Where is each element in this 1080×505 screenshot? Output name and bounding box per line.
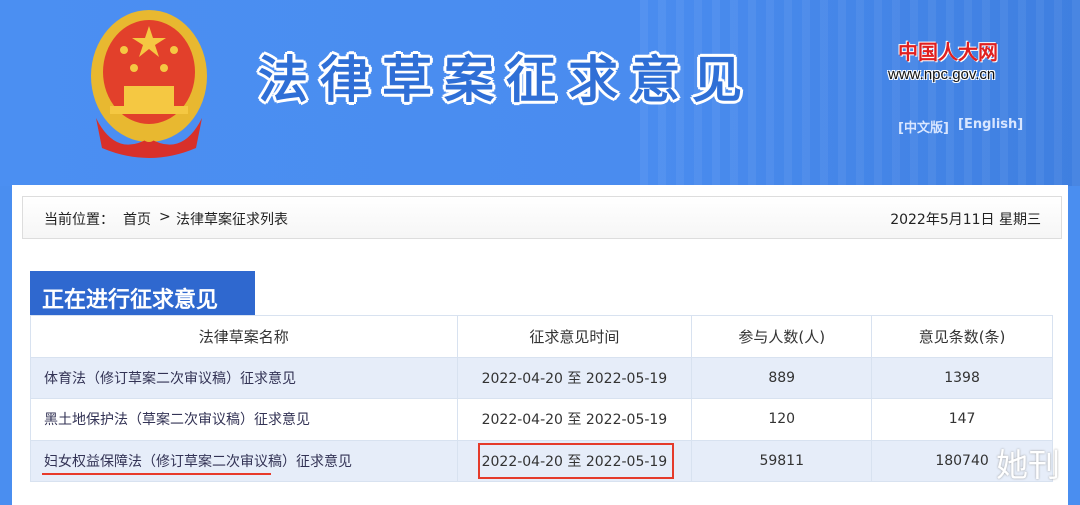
breadcrumb: 当前位置： 首页 > 法律草案征求列表 2022年5月11日 星期三: [22, 196, 1062, 239]
breadcrumb-separator: >: [159, 209, 171, 225]
current-date: 2022年5月11日 星期三: [890, 212, 1041, 228]
page-title: 法律草案征求意见: [258, 51, 754, 109]
column-header: 征求意见时间: [456, 315, 693, 358]
watermark: 她刊: [996, 446, 1061, 484]
table-row: 体育法（修订草案二次审议稿）征求意见 2022-04-20 至 2022-05-…: [30, 356, 1053, 399]
lang-chinese-link[interactable]: [中文版]: [898, 117, 949, 136]
comments-cell: 147: [871, 398, 1053, 441]
national-emblem-icon: [91, 10, 207, 158]
highlight-underline: [42, 473, 271, 475]
highlight-box: [478, 443, 674, 479]
comments-cell: 1398: [871, 356, 1053, 399]
column-header: 参与人数(人): [691, 315, 873, 358]
table-header-row: 法律草案名称 征求意见时间 参与人数(人) 意见条数(条): [30, 315, 1053, 358]
participants-cell: 120: [691, 398, 873, 441]
column-header: 法律草案名称: [30, 315, 458, 358]
table-row: 黑土地保护法（草案二次审议稿）征求意见 2022-04-20 至 2022-05…: [30, 398, 1053, 441]
draft-name-link[interactable]: 体育法（修订草案二次审议稿）征求意见: [30, 356, 458, 399]
lang-english-link[interactable]: [English]: [958, 117, 1023, 132]
participants-cell: 59811: [691, 439, 873, 482]
breadcrumb-current: 法律草案征求列表: [176, 212, 288, 228]
draft-name-link[interactable]: 妇女权益保障法（修订草案二次审议稿）征求意见: [30, 439, 458, 482]
section-title: 正在进行征求意见: [30, 271, 255, 316]
breadcrumb-home-link[interactable]: 首页: [123, 209, 151, 229]
participants-cell: 889: [691, 356, 873, 399]
period-cell: 2022-04-20 至 2022-05-19: [456, 398, 693, 441]
header-banner: 法律草案征求意见 中国人大网 www.npc.gov.cn [中文版] [Eng…: [0, 0, 1080, 186]
column-header: 意见条数(条): [871, 315, 1053, 358]
period-cell: 2022-04-20 至 2022-05-19: [456, 356, 693, 399]
breadcrumb-label: 当前位置：: [44, 212, 114, 228]
draft-name-link[interactable]: 黑土地保护法（草案二次审议稿）征求意见: [30, 398, 458, 441]
site-url[interactable]: www.npc.gov.cn: [888, 66, 995, 83]
npc-logo[interactable]: 中国人大网: [898, 36, 998, 65]
